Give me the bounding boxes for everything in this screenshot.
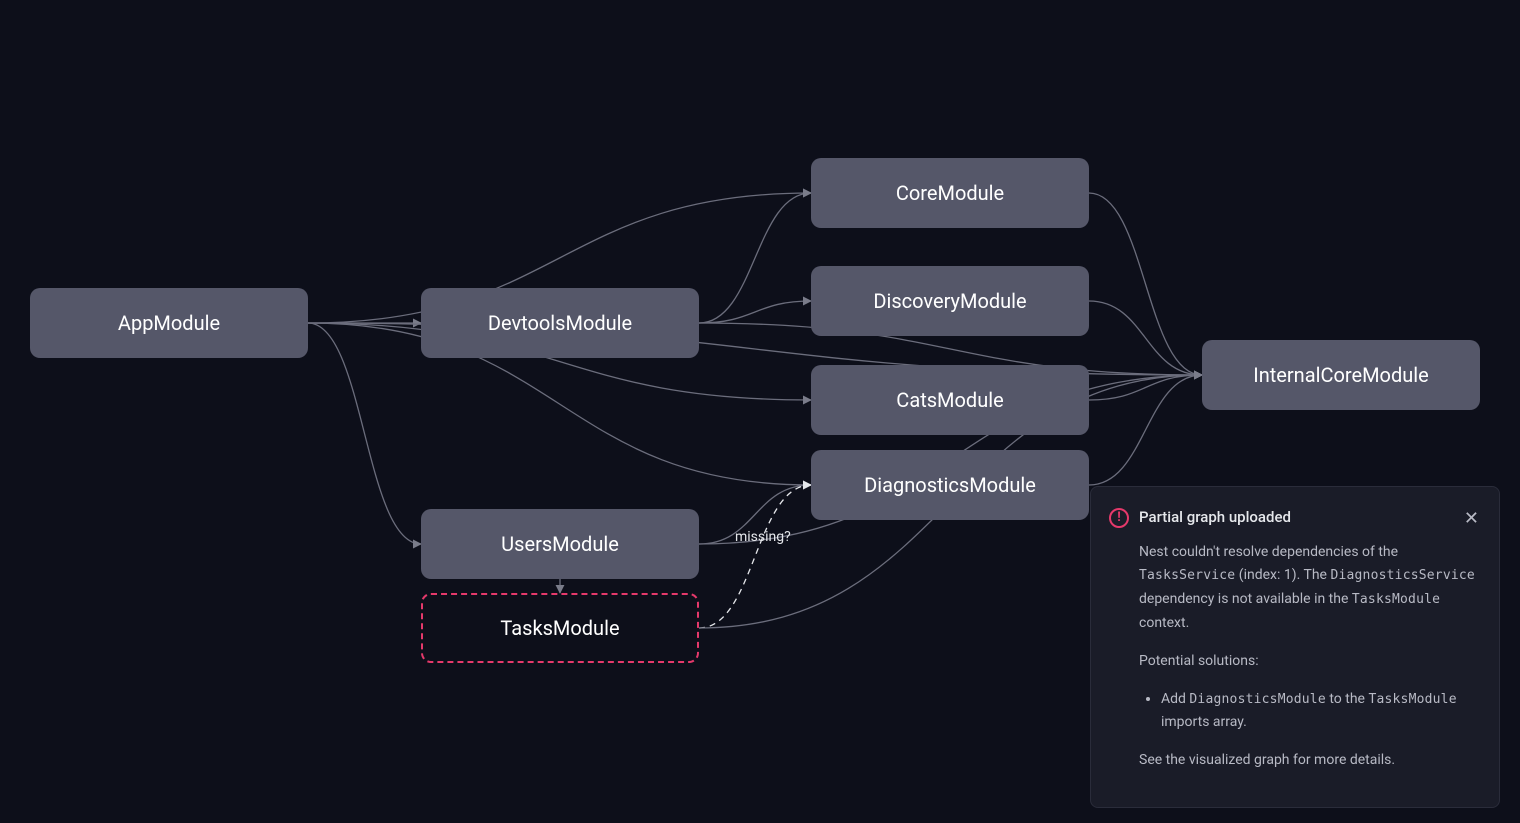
- module-node-discovery[interactable]: DiscoveryModule: [811, 266, 1089, 336]
- module-node-devtools[interactable]: DevtoolsModule: [421, 288, 699, 358]
- warning-header: ! Partial graph uploaded ✕: [1109, 505, 1481, 531]
- edge-label-tasks-diagnostics: missing?: [735, 529, 791, 545]
- solutions-list: Add DiagnosticsModule to the TasksModule…: [1139, 688, 1481, 736]
- warning-footer: See the visualized graph for more detail…: [1139, 749, 1481, 773]
- edge-devtools-discovery: [699, 301, 811, 323]
- solution-item: Add DiagnosticsModule to the TasksModule…: [1161, 688, 1481, 736]
- edge-users-diagnostics: [699, 485, 811, 544]
- edge-discovery-internal: [1089, 301, 1202, 375]
- warning-icon: !: [1109, 508, 1129, 528]
- close-icon[interactable]: ✕: [1462, 507, 1481, 529]
- edge-core-internal: [1089, 193, 1202, 375]
- warning-message: Nest couldn't resolve dependencies of th…: [1139, 541, 1481, 636]
- edge-devtools-core: [699, 193, 811, 323]
- module-node-users[interactable]: UsersModule: [421, 509, 699, 579]
- edge-app-users: [308, 323, 421, 544]
- warning-panel: ! Partial graph uploaded ✕ Nest couldn't…: [1090, 486, 1500, 808]
- edge-tasks-diagnostics: [699, 485, 811, 628]
- warning-title: Partial graph uploaded: [1139, 505, 1452, 531]
- module-node-internal[interactable]: InternalCoreModule: [1202, 340, 1480, 410]
- module-node-tasks[interactable]: TasksModule: [421, 593, 699, 663]
- module-node-app[interactable]: AppModule: [30, 288, 308, 358]
- module-node-core[interactable]: CoreModule: [811, 158, 1089, 228]
- solutions-label: Potential solutions:: [1139, 650, 1481, 674]
- edge-cats-internal: [1089, 375, 1202, 400]
- module-node-diagnostics[interactable]: DiagnosticsModule: [811, 450, 1089, 520]
- warning-body: Nest couldn't resolve dependencies of th…: [1109, 541, 1481, 773]
- module-node-cats[interactable]: CatsModule: [811, 365, 1089, 435]
- edge-diagnostics-internal: [1089, 375, 1202, 485]
